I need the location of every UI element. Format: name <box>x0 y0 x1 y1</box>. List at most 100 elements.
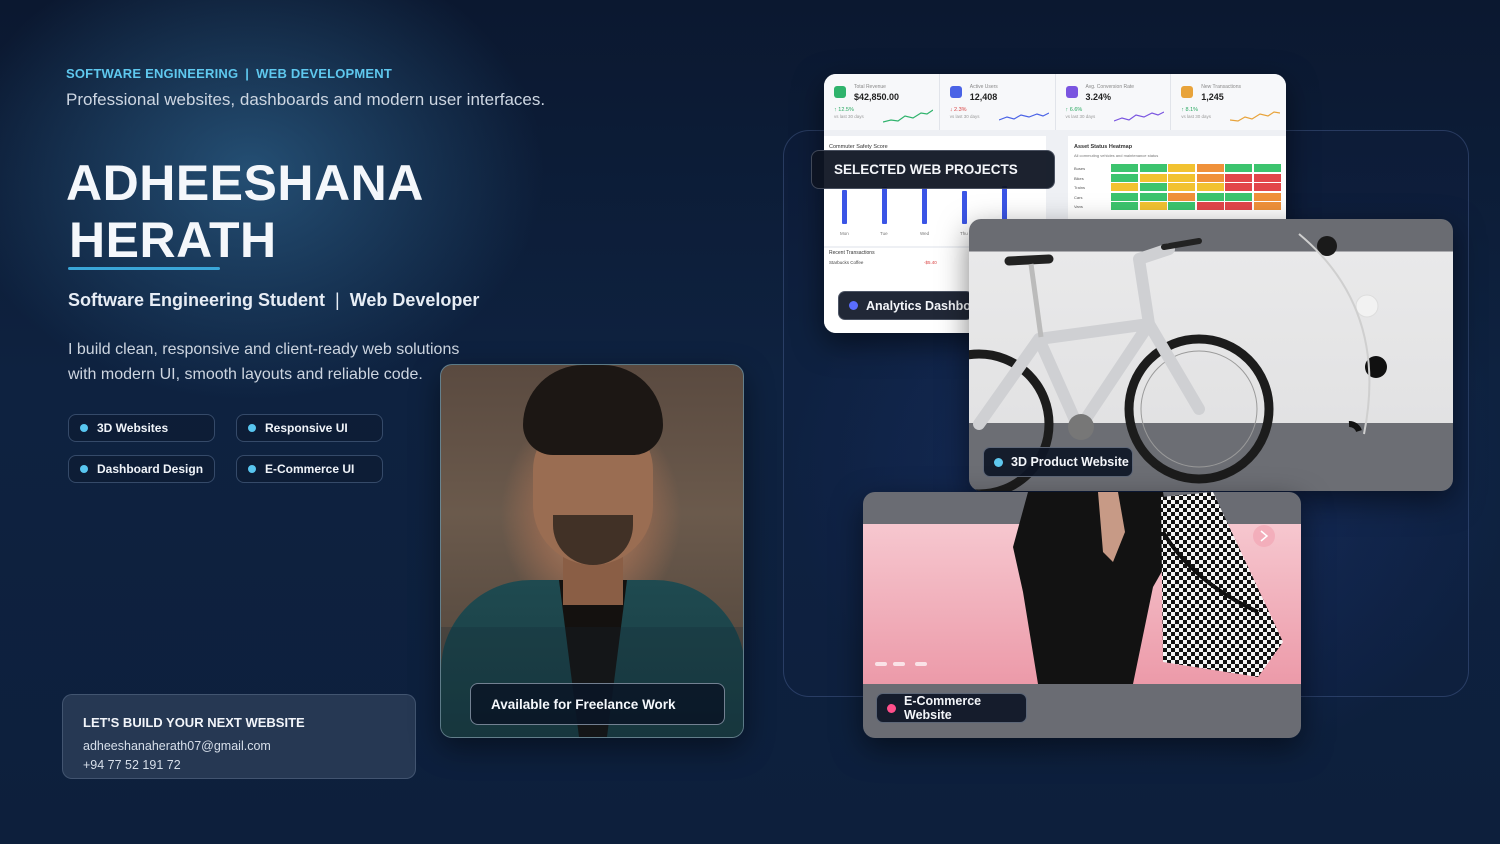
bullet-icon <box>248 424 256 432</box>
skill-chip: E-Commerce UI <box>236 455 383 483</box>
safety-bar-day: Tue <box>880 231 888 236</box>
project-label-text: E-Commerce Website <box>904 694 982 722</box>
bullet-icon <box>994 457 1003 467</box>
bullet-icon <box>887 703 896 713</box>
skill-chip: Dashboard Design <box>68 455 215 483</box>
heatmap-cell <box>1139 202 1167 210</box>
contact-email[interactable]: adheeshanaherath07@gmail.com <box>83 739 415 753</box>
heatmap-cell <box>1111 173 1138 182</box>
heatmap-cell <box>1253 183 1281 191</box>
project-label-analytics[interactable]: Analytics Dashboard <box>838 291 973 320</box>
heatmap-cell <box>1196 192 1224 201</box>
transaction-amount: -$5.40 <box>924 260 937 265</box>
photo-hair <box>523 365 663 455</box>
kpi-label: Active Users <box>969 84 998 90</box>
kpi-label: Total Revenue <box>854 84 886 90</box>
heatmap-cell <box>1253 192 1281 201</box>
skill-label: Responsive UI <box>265 421 348 435</box>
heatmap-cell <box>1139 183 1167 191</box>
heatmap-cell <box>1225 164 1252 172</box>
heatmap-cell <box>1196 164 1224 172</box>
heatmap-cell <box>1225 173 1252 182</box>
skill-label: Dashboard Design <box>97 462 204 476</box>
role-secondary: Web Developer <box>349 290 480 310</box>
users-icon <box>949 86 962 98</box>
heatmap-cell <box>1225 183 1252 191</box>
heatmap-cell <box>1168 183 1195 191</box>
project-label-ecommerce[interactable]: E-Commerce Website <box>876 693 1027 723</box>
heatmap-row-label: Buses <box>1074 166 1086 171</box>
tagline-secondary: WEB DEVELOPMENT <box>256 66 393 81</box>
heatmap-row-label: Vans <box>1074 204 1083 209</box>
tagline: SOFTWARE ENGINEERING | WEB DEVELOPMENT <box>66 66 392 81</box>
safety-bar-day: Wed <box>920 231 930 236</box>
sparkline-icon <box>882 109 933 123</box>
heatmap-cell <box>1139 164 1167 172</box>
role-line: Software Engineering Student | Web Develop… <box>68 290 479 311</box>
heatmap-row-label: Trains <box>1074 185 1085 190</box>
heatmap-cell <box>1196 173 1224 182</box>
heatmap-cell <box>1168 202 1195 210</box>
cart-icon <box>1181 86 1194 98</box>
heatmap-cell <box>1168 164 1195 172</box>
kpi-value: 12,408 <box>969 92 998 102</box>
safety-bar-day: Thu <box>960 231 968 236</box>
transaction-row: Starbucks Coffee <box>829 260 864 265</box>
role-primary: Software Engineering Student <box>68 290 326 310</box>
heatmap-cell <box>1253 173 1281 182</box>
tagline-primary: SOFTWARE ENGINEERING <box>66 66 239 81</box>
transactions-title: Recent Transactions <box>829 250 875 256</box>
heatmap-cell <box>1225 192 1252 201</box>
safety-bar <box>922 188 927 224</box>
last-name: HERATH <box>69 212 277 268</box>
heatmap-cell <box>1168 173 1195 182</box>
name-heading: ADHEESHANA HERATH <box>66 155 424 269</box>
skill-label: E-Commerce UI <box>265 462 355 476</box>
contact-card: LET'S BUILD YOUR NEXT WEBSITE adheeshana… <box>62 694 416 779</box>
tagline-separator: | <box>245 66 250 81</box>
kpi-value: $42,850.00 <box>854 92 900 102</box>
role-separator: | <box>335 290 340 310</box>
heatmap-cell <box>1225 202 1252 210</box>
bullet-icon <box>849 301 858 310</box>
heatmap-row-label: Bikes <box>1074 175 1084 181</box>
bullet-icon <box>80 424 88 432</box>
skill-chip: Responsive UI <box>236 414 383 442</box>
heatmap-cell <box>1111 183 1138 191</box>
heatmap-row-labels: Buses Bikes Trains Cars Vans <box>1074 164 1085 212</box>
heatmap-cell <box>1111 164 1138 172</box>
bullet-icon <box>248 465 256 473</box>
contact-phone[interactable]: +94 77 52 191 72 <box>83 758 415 772</box>
heatmap-grid <box>1111 164 1281 210</box>
heatmap-cell <box>1111 192 1138 201</box>
kpi-value: 3.24% <box>1085 92 1112 102</box>
heatmap-cell <box>1253 164 1281 172</box>
sparkline-icon <box>1114 111 1165 122</box>
project-label-3d[interactable]: 3D Product Website <box>983 447 1133 477</box>
selected-projects-banner: SELECTED WEB PROJECTS <box>811 150 1055 189</box>
heatmap-panel: Asset Status Heatmap All commuting vehic… <box>1068 136 1286 224</box>
safety-bar <box>842 190 847 224</box>
kpi-value: 1,245 <box>1201 92 1224 102</box>
heatmap-cell <box>1139 173 1167 182</box>
kpi-card: Active Users 12,408 ↓ 2.3% vs last 30 da… <box>940 74 1056 130</box>
heatmap-cell <box>1111 202 1138 210</box>
revenue-icon <box>834 86 846 98</box>
kpi-card: Avg. Conversion Rate 3.24% ↑ 6.6% vs las… <box>1056 74 1172 130</box>
kpi-label: Avg. Conversion Rate <box>1085 84 1135 90</box>
heatmap-row-label: Cars <box>1074 194 1083 200</box>
safety-bar <box>962 191 967 224</box>
safety-bar-day: Mon <box>840 231 849 236</box>
heatmap-cell <box>1139 192 1167 201</box>
heatmap-cell <box>1253 202 1281 210</box>
heatmap-subtitle: All commuting vehicles and maintenance s… <box>1074 153 1159 158</box>
project-label-text: 3D Product Website <box>1011 455 1129 469</box>
heatmap-cell <box>1196 202 1224 210</box>
conversion-icon <box>1065 86 1078 98</box>
freelance-badge: Available for Freelance Work <box>470 683 725 725</box>
kpi-card: Total Revenue $42,850.00 ↑ 12.5% vs last… <box>824 74 940 130</box>
skill-label: 3D Websites <box>97 421 169 435</box>
sparkline-icon <box>1230 111 1280 122</box>
bullet-icon <box>80 465 88 473</box>
name-underline <box>68 267 220 270</box>
